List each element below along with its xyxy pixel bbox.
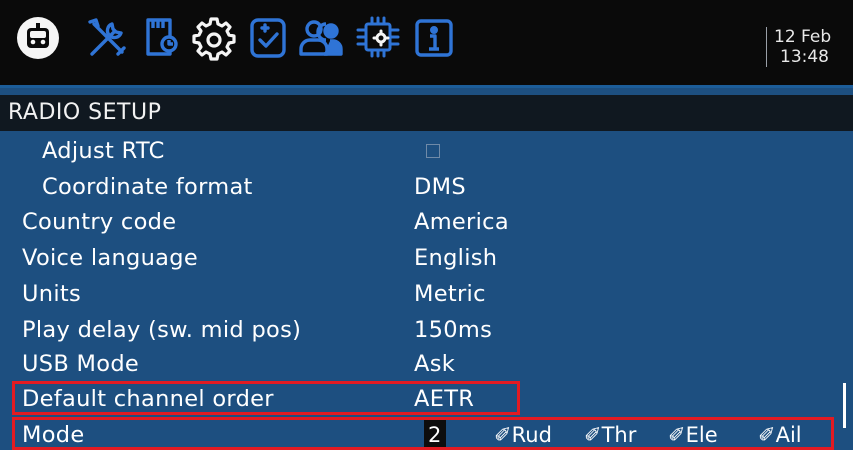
setting-label: Play delay (sw. mid pos) xyxy=(22,317,302,343)
hardware-chip-icon[interactable] xyxy=(352,14,404,62)
setting-row-play-delay[interactable]: Play delay (sw. mid pos) 150ms xyxy=(0,312,845,349)
adjust-rtc-checkbox[interactable] xyxy=(426,144,440,158)
setting-label: Coordinate format xyxy=(42,174,253,200)
date-time-display: 12 Feb 13:48 xyxy=(766,27,853,67)
setting-row-usb-mode[interactable]: USB Mode Ask xyxy=(0,346,845,383)
radio-screen: 12 Feb 13:48 RADIO SETUP Adjust RTC Coor… xyxy=(0,0,853,450)
tools-icon[interactable] xyxy=(84,14,130,62)
setting-row-adjust-rtc[interactable]: Adjust RTC xyxy=(0,133,845,170)
setting-row-country-code[interactable]: Country code America xyxy=(0,204,845,241)
setting-value[interactable]: Metric xyxy=(414,276,486,313)
setting-value[interactable]: English xyxy=(414,240,497,277)
setting-label: Adjust RTC xyxy=(42,138,165,164)
time-label: 13:48 xyxy=(780,47,829,67)
setting-label: USB Mode xyxy=(22,351,140,377)
radio-menu-icon[interactable] xyxy=(14,14,62,62)
setting-label: Country code xyxy=(22,209,177,235)
setting-value[interactable]: 150ms xyxy=(414,312,492,349)
setting-label: Voice language xyxy=(22,245,198,271)
date-label: 12 Feb xyxy=(774,27,832,47)
info-icon[interactable] xyxy=(412,14,456,62)
users-icon[interactable] xyxy=(296,14,346,62)
setting-row-coordinate-format[interactable]: Coordinate format DMS xyxy=(0,169,845,206)
highlight-mode xyxy=(12,417,834,450)
setting-value[interactable]: America xyxy=(414,204,509,241)
setting-value[interactable]: Ask xyxy=(414,346,455,383)
scrollbar[interactable] xyxy=(843,383,846,428)
sd-card-icon[interactable] xyxy=(138,14,182,62)
setting-row-units[interactable]: Units Metric xyxy=(0,276,845,313)
checklist-icon[interactable] xyxy=(246,14,290,62)
setting-row-voice-language[interactable]: Voice language English xyxy=(0,240,845,277)
settings-gear-icon[interactable] xyxy=(190,14,238,62)
top-bar: 12 Feb 13:48 xyxy=(0,0,853,88)
highlight-default-channel-order xyxy=(12,381,520,415)
page-title: RADIO SETUP xyxy=(0,95,853,131)
setting-label: Units xyxy=(22,281,82,307)
setting-value[interactable]: DMS xyxy=(414,169,466,206)
